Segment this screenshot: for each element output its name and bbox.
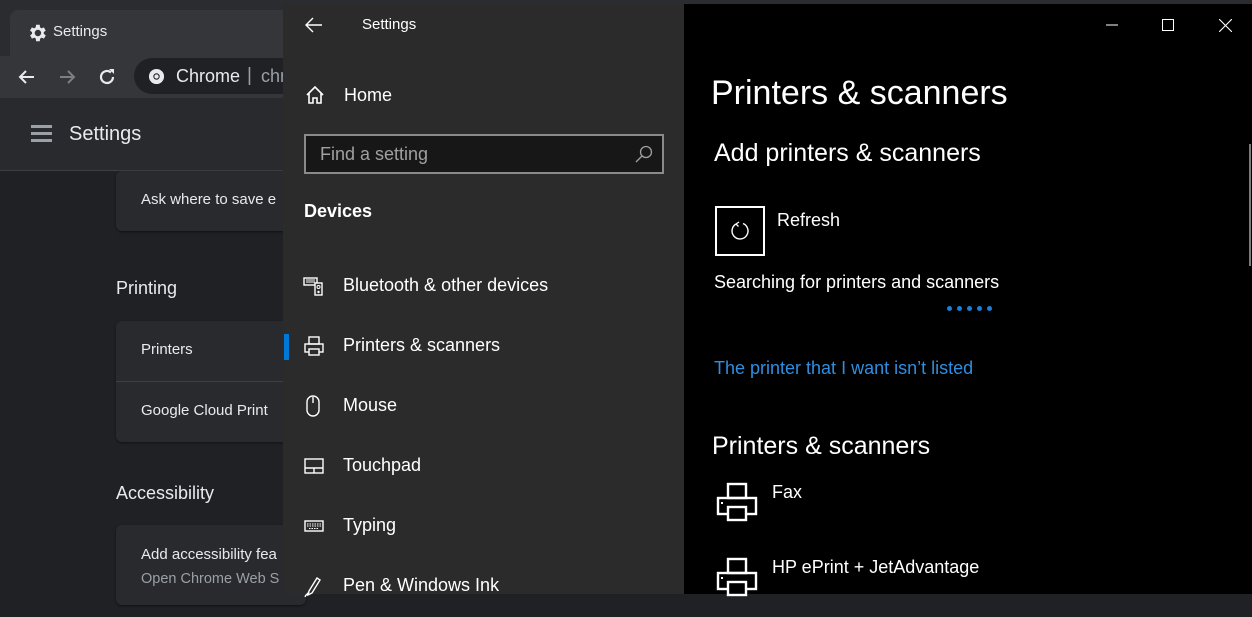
google-cloud-print-row[interactable]: Google Cloud Print bbox=[116, 381, 306, 442]
close-button[interactable] bbox=[1205, 10, 1245, 40]
home-icon bbox=[306, 85, 324, 104]
maximize-button[interactable] bbox=[1148, 10, 1188, 40]
settings-content-pane: Printers & scanners Add printers & scann… bbox=[684, 4, 1252, 597]
chrome-settings-title: Settings bbox=[69, 123, 142, 145]
accessibility-section-title: Accessibility bbox=[116, 483, 215, 503]
arrow-left-icon bbox=[305, 17, 322, 33]
nav-item-label: Printers & scanners bbox=[343, 335, 501, 355]
reload-button[interactable] bbox=[92, 62, 122, 92]
minimize-icon bbox=[1106, 24, 1118, 26]
printer-name: Fax bbox=[772, 482, 803, 502]
search-icon bbox=[635, 145, 653, 163]
mouse-icon bbox=[306, 395, 320, 417]
row-label: Ask where to save e bbox=[141, 191, 277, 208]
printer-not-listed-link[interactable]: The printer that I want isn’t listed bbox=[714, 358, 973, 379]
nav-item-touchpad[interactable]: Touchpad bbox=[283, 442, 684, 490]
accessibility-card: Add accessibility fea Open Chrome Web S bbox=[116, 525, 306, 605]
reload-icon bbox=[99, 69, 115, 85]
search-placeholder: Find a setting bbox=[320, 144, 429, 164]
back-button[interactable] bbox=[12, 62, 42, 92]
chrome-logo-icon bbox=[148, 68, 165, 85]
nav-item-printers-scanners[interactable]: Printers & scanners bbox=[283, 322, 684, 370]
close-icon bbox=[1218, 18, 1232, 32]
printing-section-title: Printing bbox=[116, 278, 178, 298]
maximize-icon bbox=[1162, 19, 1174, 31]
ask-where-to-save-row[interactable]: Ask where to save e bbox=[116, 171, 306, 231]
back-button[interactable] bbox=[303, 14, 325, 36]
printer-item-hp-eprint[interactable]: HP ePrint + JetAdvantage bbox=[714, 557, 1114, 617]
touchpad-icon bbox=[304, 458, 324, 474]
printer-icon bbox=[716, 482, 758, 522]
row-label: Printers bbox=[141, 341, 193, 358]
nav-item-label: Pen & Windows Ink bbox=[343, 575, 500, 595]
tab-title: Settings bbox=[53, 23, 108, 40]
downloads-card: Ask where to save e bbox=[116, 171, 306, 231]
chrome-tab-settings[interactable]: Settings bbox=[10, 10, 300, 56]
printer-icon bbox=[716, 557, 758, 597]
chrome-settings-header: Settings bbox=[0, 98, 300, 171]
chrome-toolbar: Chrome | chr bbox=[0, 56, 334, 98]
menu-icon[interactable] bbox=[31, 125, 52, 142]
content-scrollbar[interactable] bbox=[1249, 144, 1251, 266]
settings-nav-pane: Settings Home Find a setting Devices Blu… bbox=[283, 4, 684, 597]
add-accessibility-features-row[interactable]: Add accessibility fea Open Chrome Web S bbox=[116, 525, 306, 605]
nav-item-typing[interactable]: Typing bbox=[283, 502, 684, 550]
refresh-label[interactable]: Refresh bbox=[777, 210, 840, 231]
nav-item-mouse[interactable]: Mouse bbox=[283, 382, 684, 430]
refresh-icon bbox=[731, 221, 749, 240]
list-section-title: Printers & scanners bbox=[712, 432, 931, 460]
printer-name: HP ePrint + JetAdvantage bbox=[772, 557, 980, 577]
keyboard-icon bbox=[304, 520, 324, 532]
forward-button[interactable] bbox=[52, 62, 82, 92]
nav-group-devices: Devices bbox=[304, 201, 373, 221]
row-title: Add accessibility fea bbox=[141, 546, 277, 563]
nav-home-label: Home bbox=[344, 85, 393, 105]
arrow-left-icon bbox=[18, 70, 34, 84]
nav-item-label: Touchpad bbox=[343, 455, 422, 475]
printer-icon bbox=[304, 336, 324, 356]
omnibox-separator: | bbox=[247, 65, 252, 86]
app-title: Settings bbox=[362, 16, 417, 33]
nav-item-bluetooth[interactable]: Bluetooth & other devices bbox=[283, 262, 684, 310]
row-label: Google Cloud Print bbox=[141, 402, 268, 419]
printers-row[interactable]: Printers bbox=[116, 321, 306, 381]
bluetooth-devices-icon bbox=[303, 277, 323, 296]
progress-dots bbox=[947, 306, 992, 311]
row-subtitle: Open Chrome Web S bbox=[141, 571, 280, 587]
nav-home[interactable]: Home bbox=[283, 74, 684, 118]
printer-item-fax[interactable]: Fax bbox=[714, 482, 1114, 542]
gear-icon bbox=[30, 24, 46, 42]
arrow-right-icon bbox=[60, 70, 76, 84]
refresh-button[interactable] bbox=[715, 206, 765, 256]
nav-item-label: Typing bbox=[343, 515, 397, 535]
nav-item-label: Bluetooth & other devices bbox=[343, 275, 549, 295]
chrome-window: Settings Chrome | chr Settings Ask where… bbox=[0, 0, 334, 605]
nav-item-pen-ink[interactable]: Pen & Windows Ink bbox=[283, 562, 684, 610]
add-section-title: Add printers & scanners bbox=[714, 139, 981, 167]
find-setting-input[interactable]: Find a setting bbox=[304, 134, 664, 174]
nav-item-label: Mouse bbox=[343, 395, 398, 415]
search-status-text: Searching for printers and scanners bbox=[714, 272, 1000, 292]
chrome-tabstrip: Settings bbox=[0, 0, 300, 56]
minimize-button[interactable] bbox=[1092, 10, 1132, 40]
windows-settings-window: Settings Home Find a setting Devices Blu… bbox=[283, 4, 1252, 597]
printing-card: Printers Google Cloud Print bbox=[116, 321, 306, 442]
selected-indicator bbox=[284, 334, 289, 360]
page-title: Printers & scanners bbox=[711, 74, 1008, 112]
omnibox-site-chip: Chrome bbox=[176, 66, 241, 86]
